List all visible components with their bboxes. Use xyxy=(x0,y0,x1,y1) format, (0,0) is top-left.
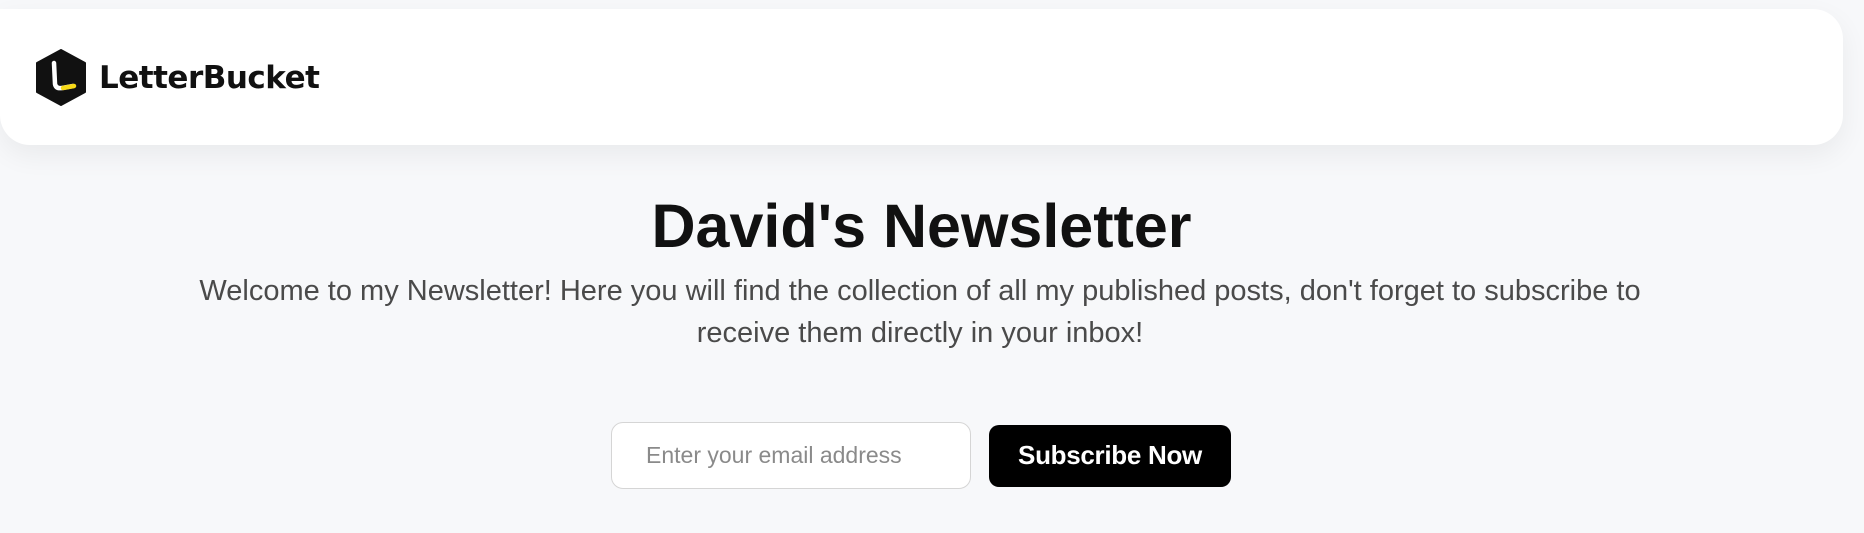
letterbucket-logo-icon xyxy=(36,49,86,106)
brand-name: LetterBucket xyxy=(99,59,320,96)
subscribe-button[interactable]: Subscribe Now xyxy=(989,424,1231,487)
site-header: LetterBucket xyxy=(0,9,1843,145)
brand-link[interactable]: LetterBucket xyxy=(35,49,320,106)
subscribe-form: Subscribe Now xyxy=(611,422,1231,489)
newsletter-description: Welcome to my Newsletter! Here you will … xyxy=(199,275,1641,349)
email-input[interactable] xyxy=(611,422,971,489)
newsletter-title: David's Newsletter xyxy=(651,192,1192,260)
